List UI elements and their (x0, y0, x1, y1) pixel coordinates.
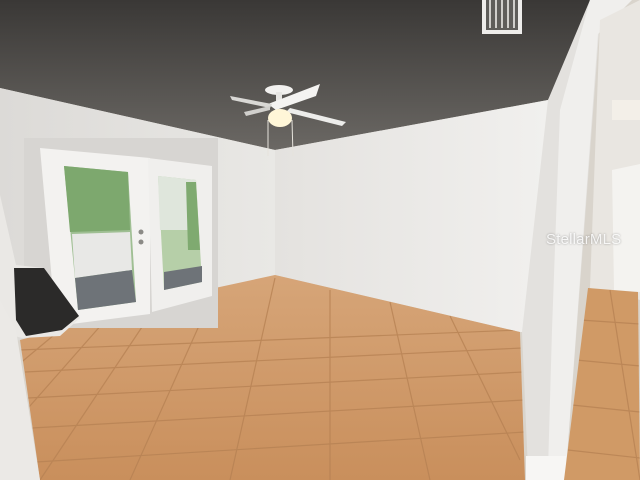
room-illustration (0, 0, 640, 480)
air-vent (482, 0, 522, 34)
watermark-text: StellarMLS (546, 231, 622, 248)
room-photo: StellarMLS (0, 0, 640, 480)
hallway-door (612, 164, 640, 292)
